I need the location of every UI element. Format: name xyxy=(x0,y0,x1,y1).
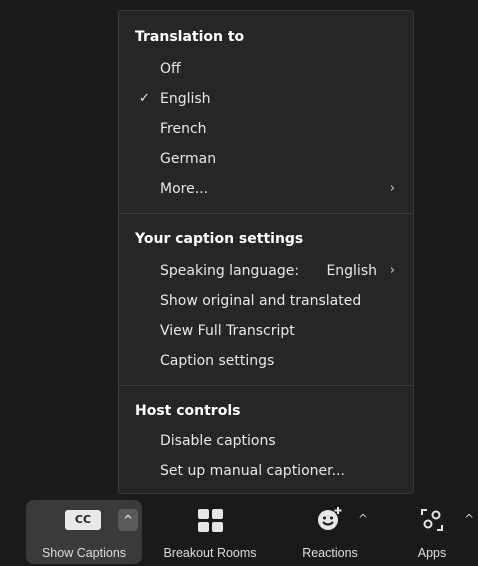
caret-up-icon[interactable]: ^ xyxy=(464,512,474,526)
menu-item-label: Caption settings xyxy=(160,353,275,369)
reactions-button[interactable]: Reactions xyxy=(280,500,380,566)
breakout-rooms-button[interactable]: Breakout Rooms xyxy=(150,500,270,566)
breakout-rooms-label: Breakout Rooms xyxy=(163,546,257,560)
speaking-language-value: English xyxy=(326,263,377,279)
apps-icon xyxy=(421,509,443,531)
menu-item-manual-captioner[interactable]: Set up manual captioner... xyxy=(119,457,413,485)
meeting-toolbar: CC ^ Show Captions Breakout Rooms Reacti… xyxy=(0,500,478,566)
menu-item-label: Disable captions xyxy=(160,433,276,449)
menu-item-disable-captions[interactable]: Disable captions xyxy=(119,427,413,455)
show-captions-label: Show Captions xyxy=(41,546,127,560)
check-icon: ✓ xyxy=(139,91,150,106)
chevron-right-icon: › xyxy=(389,181,395,196)
caret-up-icon[interactable]: ^ xyxy=(358,512,368,526)
menu-item-label: More... xyxy=(160,181,209,197)
menu-divider xyxy=(119,213,413,214)
menu-item-speaking-language[interactable]: Speaking language: English › xyxy=(119,257,413,285)
menu-item-label: German xyxy=(160,151,217,167)
show-captions-label-wrap: Show Captions xyxy=(26,500,142,566)
caption-settings-heading: Your caption settings xyxy=(135,231,304,247)
menu-item-more[interactable]: More... › xyxy=(119,175,413,203)
grid-icon xyxy=(198,509,223,532)
apps-button[interactable]: Apps xyxy=(400,500,464,566)
translation-heading: Translation to xyxy=(135,29,245,45)
menu-item-label: English xyxy=(160,91,211,107)
menu-item-german[interactable]: German xyxy=(119,145,413,173)
chevron-right-icon: › xyxy=(389,263,395,278)
reactions-label: Reactions xyxy=(302,546,358,560)
menu-item-caption-settings[interactable]: Caption settings xyxy=(119,347,413,375)
menu-item-off[interactable]: Off xyxy=(119,55,413,83)
menu-item-view-transcript[interactable]: View Full Transcript xyxy=(119,317,413,345)
menu-item-label: View Full Transcript xyxy=(160,323,295,339)
apps-label: Apps xyxy=(417,546,447,560)
captions-menu: Translation to Off ✓ English French Germ… xyxy=(118,10,414,494)
menu-divider xyxy=(119,385,413,386)
menu-item-label: French xyxy=(160,121,207,137)
menu-item-label: Set up manual captioner... xyxy=(160,463,345,479)
emoji-plus-icon xyxy=(318,507,342,530)
menu-item-label: Off xyxy=(160,61,181,77)
menu-item-english[interactable]: ✓ English xyxy=(119,85,413,113)
menu-item-french[interactable]: French xyxy=(119,115,413,143)
host-controls-heading: Host controls xyxy=(135,403,241,419)
menu-item-label: Show original and translated xyxy=(160,293,362,309)
menu-item-show-original[interactable]: Show original and translated xyxy=(119,287,413,315)
speaking-language-label: Speaking language: xyxy=(160,263,300,279)
